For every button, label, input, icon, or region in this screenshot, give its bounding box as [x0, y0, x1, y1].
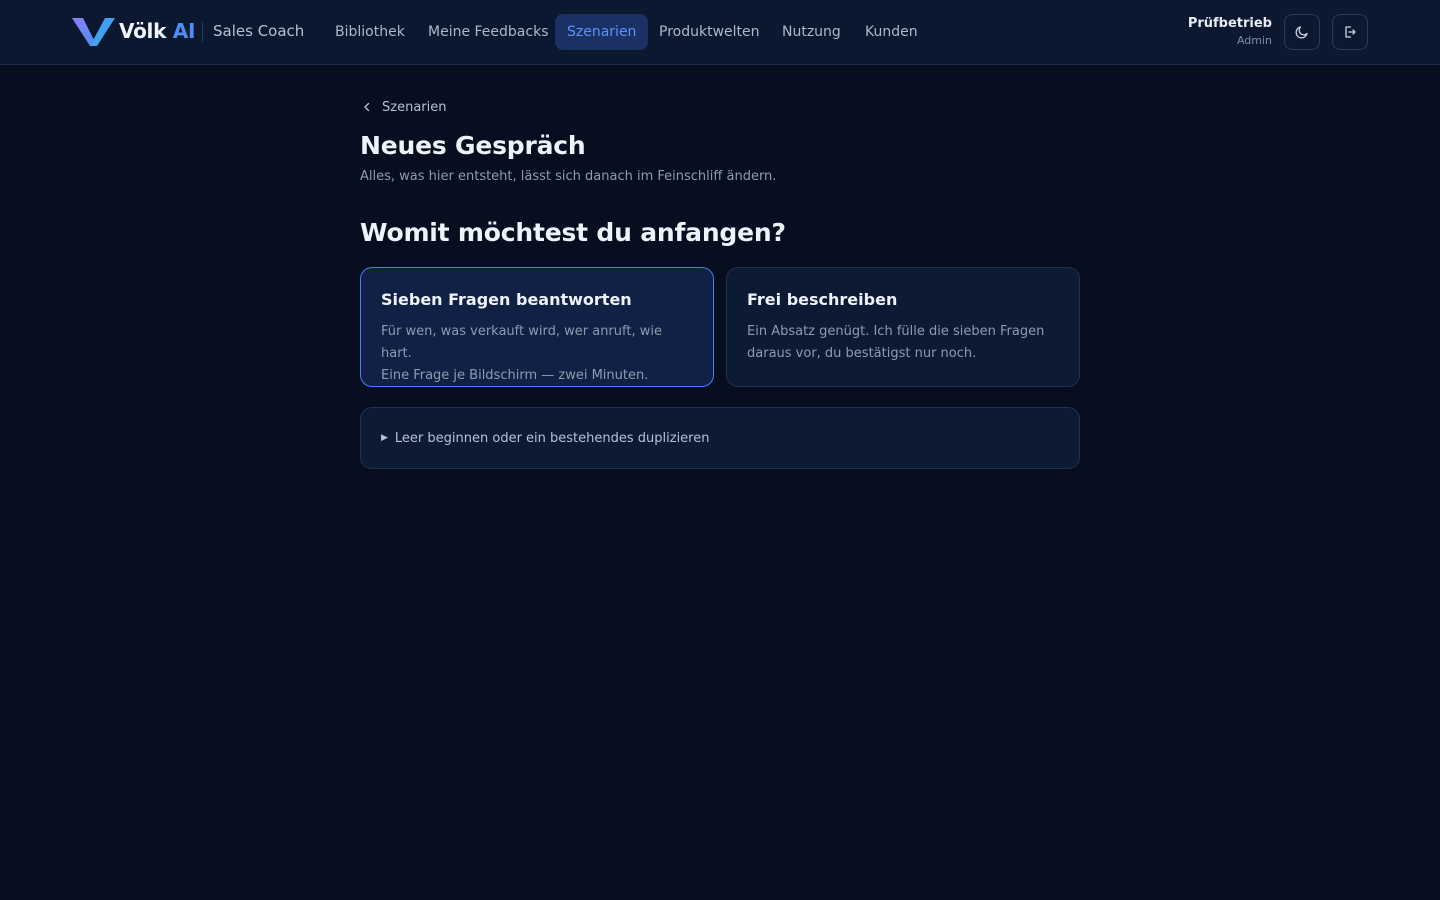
option-title: Sieben Fragen beantworten [381, 290, 632, 309]
nav-item-nutzung[interactable]: Nutzung [770, 14, 853, 50]
back-breadcrumb[interactable]: Szenarien [360, 96, 1080, 118]
chevron-left-icon [364, 102, 370, 112]
page-title: Neues Gespräch [360, 131, 586, 160]
product-name: Sales Coach [213, 22, 305, 40]
main-content: Szenarien Neues Gespräch Alles, was hier… [360, 96, 1080, 469]
user-role: Admin [1236, 34, 1272, 47]
brand-logo[interactable] [72, 16, 116, 48]
caret-right-icon: ▶ [381, 433, 388, 443]
option-description: Für wen, was verkauft wird, wer anruft, … [381, 324, 662, 383]
nav-item-bibliothek[interactable]: Bibliothek [323, 14, 417, 50]
option-free-describe[interactable]: Frei beschreiben Ein Absatz genügt. Ich … [726, 267, 1080, 387]
page-subtitle: Alles, was hier entsteht, lässt sich dan… [360, 169, 777, 184]
logout-icon [1345, 26, 1356, 38]
brand-divider [202, 22, 203, 42]
user-info: Prüfbetrieb Admin [1188, 16, 1272, 47]
user-name: Prüfbetrieb [1187, 16, 1272, 31]
theme-toggle-button[interactable] [1284, 14, 1320, 50]
breadcrumb-label: Szenarien [382, 99, 447, 115]
nav-item-meine-feedbacks[interactable]: Meine Feedbacks [416, 14, 560, 50]
nav-item-szenarien[interactable]: Szenarien [555, 14, 649, 50]
option-title: Frei beschreiben [747, 290, 898, 309]
blank-or-duplicate-disclosure[interactable]: ▶ Leer beginnen oder ein bestehendes dup… [360, 407, 1080, 469]
top-bar: Völk AI Sales Coach Bibliothek Meine Fee… [0, 0, 1440, 65]
disclosure-label: Leer beginnen oder ein bestehendes dupli… [394, 430, 710, 446]
brand-name: Völk AI [119, 19, 196, 43]
option-seven-questions[interactable]: Sieben Fragen beantworten Für wen, was v… [360, 267, 714, 387]
nav-item-produktwelten[interactable]: Produktwelten [647, 14, 772, 50]
option-description: Ein Absatz genügt. Ich fülle die sieben … [747, 324, 1045, 361]
nav-item-kunden[interactable]: Kunden [853, 14, 930, 50]
start-options: Sieben Fragen beantworten Für wen, was v… [360, 267, 1080, 387]
v-logo-icon [72, 18, 115, 46]
logout-button[interactable] [1332, 14, 1368, 50]
section-title: Womit möchtest du anfangen? [360, 218, 786, 247]
moon-icon [1295, 26, 1308, 39]
